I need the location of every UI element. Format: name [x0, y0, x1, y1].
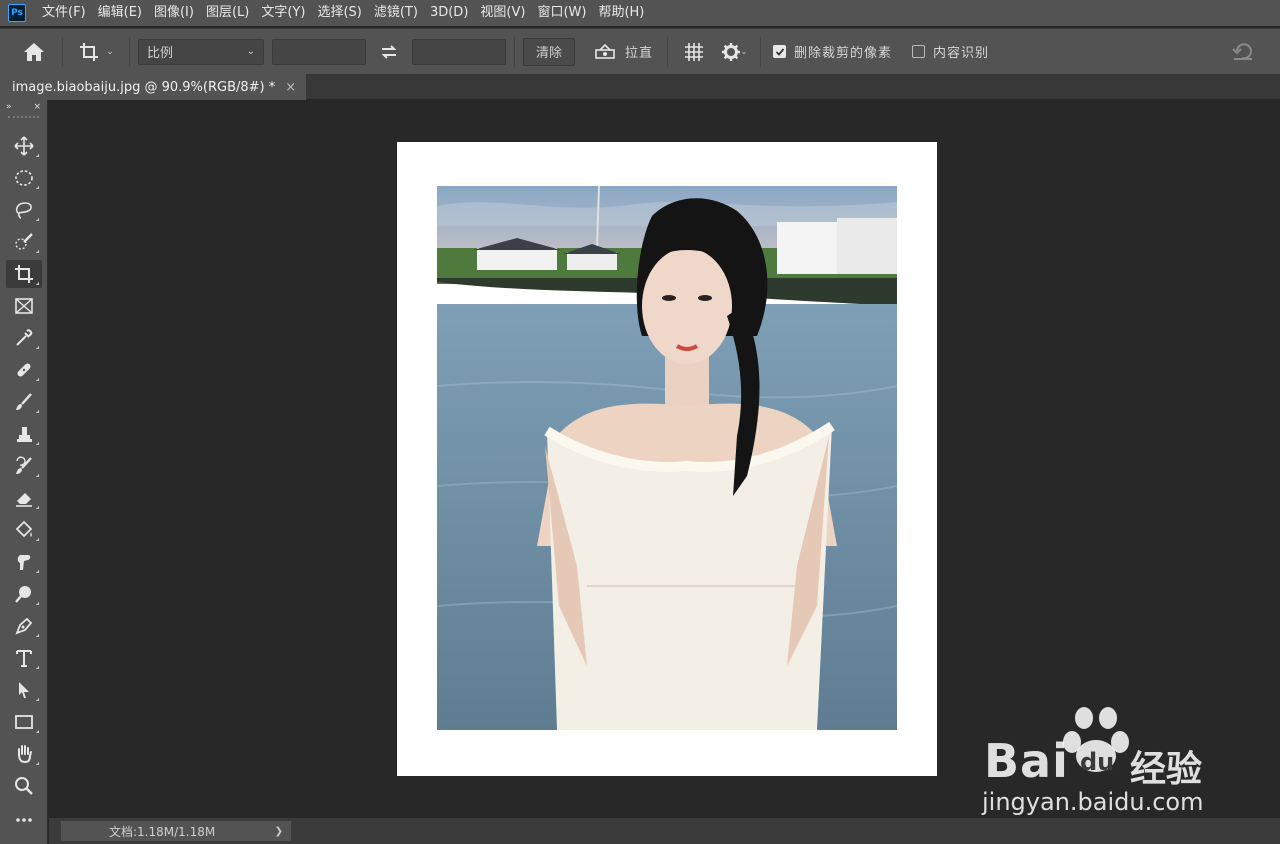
chevron-down-icon: ⌄	[740, 47, 748, 56]
menu-window[interactable]: 窗口(W)	[531, 0, 592, 26]
crop-tool-icon[interactable]	[6, 260, 42, 288]
menu-3d[interactable]: 3D(D)	[424, 0, 474, 26]
watermark-jingyan: 经验	[1130, 749, 1203, 790]
menu-type[interactable]: 文字(Y)	[255, 0, 311, 26]
eyedropper-tool-icon[interactable]	[6, 324, 42, 352]
ratio-label: 比例	[147, 46, 174, 61]
menu-filter[interactable]: 滤镜(T)	[368, 0, 424, 26]
zoom-tool-icon[interactable]	[6, 772, 42, 800]
content-aware-label: 内容识别	[933, 46, 990, 61]
path-selection-tool-icon[interactable]	[6, 676, 42, 704]
watermark-du: du	[1080, 748, 1115, 776]
drag-handle[interactable]	[8, 116, 39, 124]
watermark-brand: Bai	[984, 734, 1069, 788]
delete-cropped-checkbox[interactable]	[773, 45, 787, 58]
document-size-text: 文档:1.18M/1.18M	[109, 824, 216, 839]
straighten-label[interactable]: 拉直	[625, 42, 653, 61]
dodge-tool-icon[interactable]	[6, 580, 42, 608]
pen-tool-icon[interactable]	[6, 612, 42, 640]
delete-cropped-label: 删除裁剪的像素	[794, 46, 893, 61]
straighten-icon[interactable]	[585, 38, 625, 66]
watermark-url: jingyan.baidu.com	[982, 788, 1204, 816]
tools-panel-header: » ×	[0, 100, 47, 114]
menu-help[interactable]: 帮助(H)	[592, 0, 650, 26]
clear-button[interactable]: 清除	[523, 37, 576, 66]
eraser-tool-icon[interactable]	[6, 484, 42, 512]
quick-selection-tool-icon[interactable]	[6, 228, 42, 256]
menu-layer[interactable]: 图层(L)	[200, 0, 255, 26]
status-bar: 文档:1.18M/1.18M ❯	[49, 818, 1280, 844]
chevron-right-icon[interactable]: ❯	[275, 826, 283, 837]
divider	[760, 36, 762, 67]
divider	[129, 36, 130, 67]
content-aware-option[interactable]: 内容识别	[912, 42, 989, 61]
crop-preset-icon[interactable]: ⌄	[71, 34, 121, 70]
menu-image[interactable]: 图像(I)	[148, 0, 200, 26]
crop-width-field[interactable]	[272, 38, 366, 65]
chevron-down-icon: ⌄	[246, 46, 255, 57]
type-tool-icon[interactable]	[6, 644, 42, 672]
rectangle-tool-icon[interactable]	[6, 708, 42, 736]
frame-tool-icon[interactable]	[6, 292, 42, 320]
menu-file[interactable]: 文件(F)	[36, 0, 92, 26]
reset-icon[interactable]	[1230, 39, 1256, 65]
hand-tool-icon[interactable]	[6, 740, 42, 768]
healing-brush-tool-icon[interactable]	[6, 356, 42, 384]
options-bar: ⌄ 比例 ⌄ 清除 拉直 ⌄ 删除裁剪的像素 内容识别	[0, 28, 1280, 74]
document-tab-bar: image.biaobaiju.jpg @ 90.9%(RGB/8#) * ×	[0, 74, 1280, 100]
document-tab-title: image.biaobaiju.jpg @ 90.9%(RGB/8#) *	[12, 79, 276, 95]
chevron-down-icon: ⌄	[106, 46, 114, 57]
divider	[62, 36, 63, 67]
grid-overlay-icon[interactable]	[676, 38, 712, 66]
photo-image	[437, 186, 897, 730]
paint-bucket-tool-icon[interactable]	[6, 516, 42, 544]
document-info[interactable]: 文档:1.18M/1.18M ❯	[61, 821, 291, 841]
move-tool-icon[interactable]	[6, 132, 42, 160]
divider	[514, 36, 515, 67]
marquee-tool-icon[interactable]	[6, 164, 42, 192]
tools-panel: » ×	[0, 100, 48, 844]
brush-tool-icon[interactable]	[6, 388, 42, 416]
menu-edit[interactable]: 编辑(E)	[92, 0, 148, 26]
menu-select[interactable]: 选择(S)	[311, 0, 367, 26]
crop-height-field[interactable]	[412, 38, 506, 65]
history-brush-tool-icon[interactable]	[6, 452, 42, 480]
close-icon[interactable]: ×	[285, 80, 296, 95]
menu-view[interactable]: 视图(V)	[474, 0, 531, 26]
home-icon[interactable]	[14, 32, 54, 72]
more-tools-icon[interactable]	[6, 804, 42, 832]
document-tab[interactable]: image.biaobaiju.jpg @ 90.9%(RGB/8#) * ×	[0, 74, 306, 100]
ratio-dropdown[interactable]: 比例 ⌄	[138, 38, 264, 65]
lasso-tool-icon[interactable]	[6, 196, 42, 224]
menu-bar: Ps 文件(F) 编辑(E) 图像(I) 图层(L) 文字(Y) 选择(S) 滤…	[0, 0, 1280, 26]
delete-cropped-pixels-option[interactable]: 删除裁剪的像素	[773, 42, 892, 61]
collapse-icon[interactable]: »	[6, 102, 12, 112]
content-aware-checkbox[interactable]	[912, 45, 926, 58]
clone-stamp-tool-icon[interactable]	[6, 420, 42, 448]
close-icon[interactable]: ×	[33, 102, 41, 112]
baidu-jingyan-watermark: Bai du 经验 jingyan.baidu.com	[980, 706, 1220, 816]
photoshop-logo: Ps	[8, 4, 26, 22]
gear-icon[interactable]: ⌄	[716, 38, 752, 66]
smudge-tool-icon[interactable]	[6, 548, 42, 576]
canvas-document[interactable]	[397, 142, 937, 776]
swap-icon[interactable]	[366, 38, 412, 66]
divider	[667, 36, 669, 67]
